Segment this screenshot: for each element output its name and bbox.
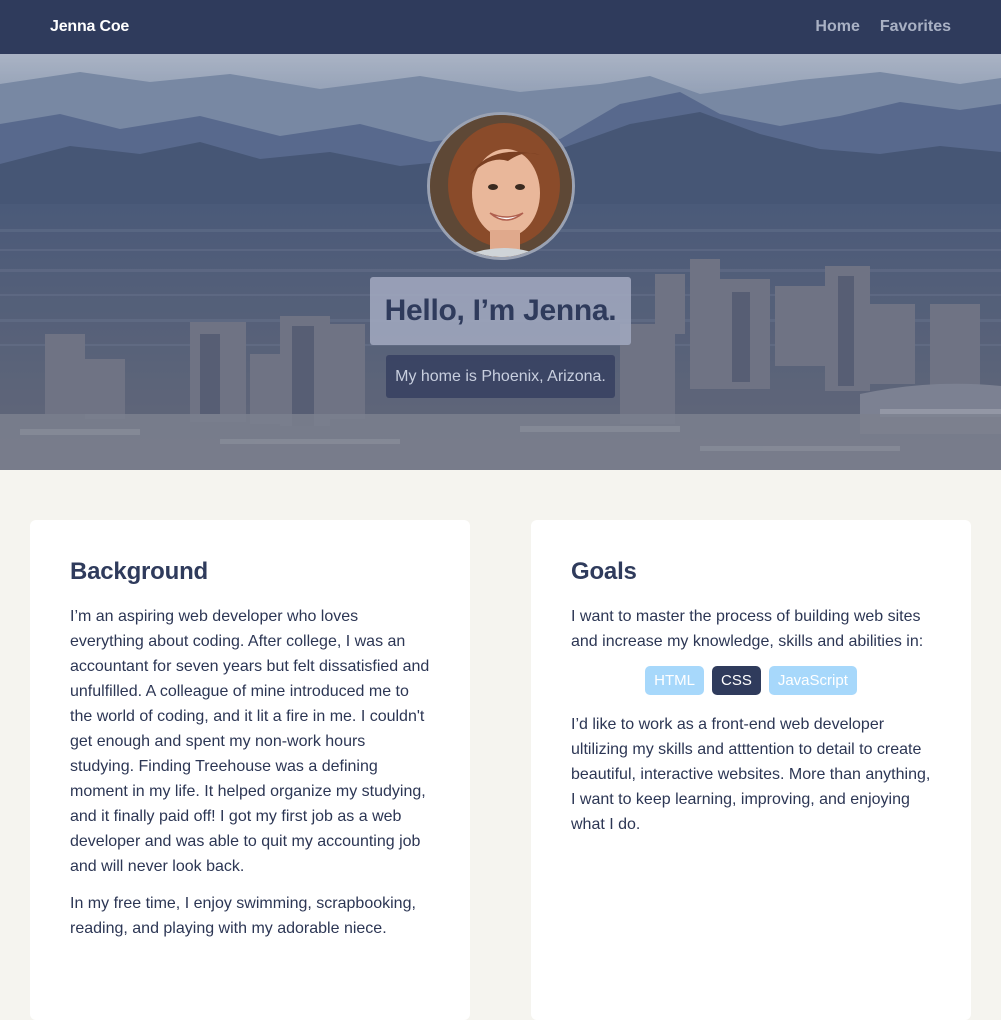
background-paragraph: In my free time, I enjoy swimming, scrap… [70, 895, 416, 937]
nav-links: Home Favorites [815, 18, 951, 36]
nav-link-home[interactable]: Home [815, 18, 859, 36]
top-navbar: Jenna Coe Home Favorites [0, 0, 1001, 54]
profile-photo [430, 115, 572, 257]
skill-tags: HTML CSS JavaScript [571, 666, 931, 695]
tag-html: HTML [645, 666, 704, 695]
tag-css: CSS [711, 666, 761, 695]
hero-subtitle: My home is Phoenix, Arizona. [386, 355, 615, 398]
goals-intro: I want to master the process of building… [571, 608, 924, 650]
goals-outro: I’d like to work as a front-end web deve… [571, 716, 931, 833]
nav-link-favorites[interactable]: Favorites [880, 18, 951, 36]
hero-title: Hello, I’m Jenna. [370, 277, 631, 345]
background-heading: Background [70, 558, 209, 585]
background-paragraph: I’m an aspiring web developer who loves … [70, 608, 430, 875]
hero-banner: Hello, I’m Jenna. My home is Phoenix, Ar… [0, 54, 1001, 470]
profile-avatar [427, 112, 575, 260]
goals-heading: Goals [571, 558, 637, 585]
brand-logo-link[interactable]: Jenna Coe [50, 18, 129, 36]
tag-javascript: JavaScript [768, 666, 857, 695]
background-card: Background I’m an aspiring web developer… [30, 520, 470, 1020]
goals-card: Goals I want to master the process of bu… [531, 520, 971, 1020]
